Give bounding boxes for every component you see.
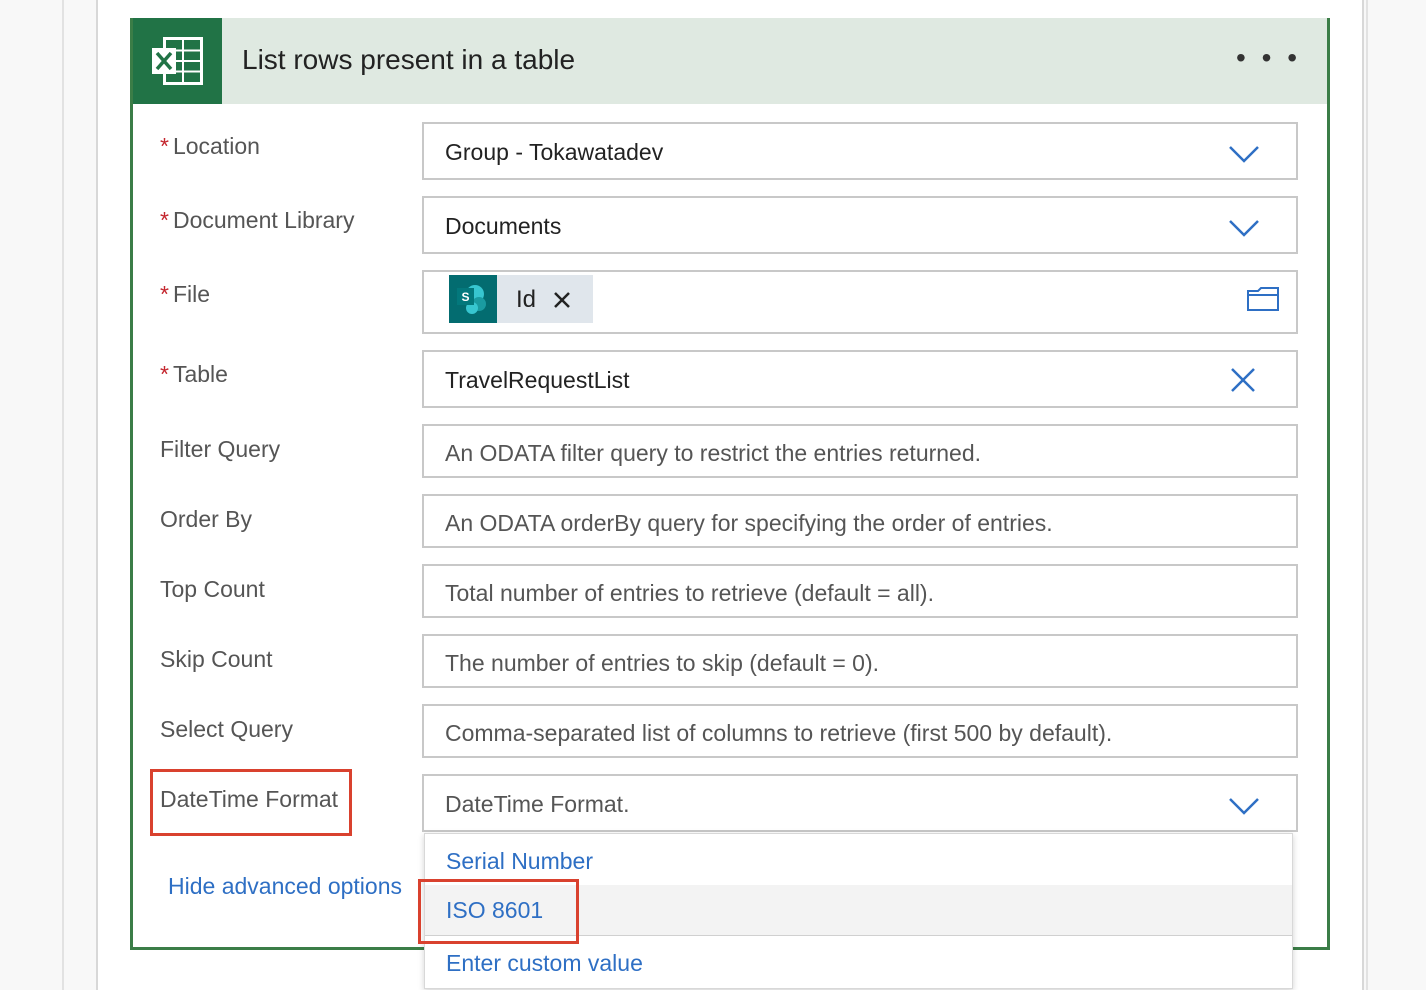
close-icon[interactable] [1230,367,1256,393]
annotation-highlight-iso-option [418,879,579,944]
canvas-border-right [1366,0,1368,990]
skip-count-input[interactable]: The number of entries to skip (default =… [422,634,1298,688]
top-count-label: Top Count [160,576,265,602]
scope-border-right [1362,0,1364,990]
location-label: * Location [160,133,260,159]
document-library-value: Documents [445,213,562,239]
option-enter-custom-value[interactable]: Enter custom value [425,938,1292,988]
chevron-down-icon[interactable] [1228,797,1260,815]
order-by-input[interactable]: An ODATA orderBy query for specifying th… [422,494,1298,548]
file-label: * File [160,281,211,307]
table-field[interactable]: TravelRequestList [422,350,1298,408]
order-by-placeholder: An ODATA orderBy query for specifying th… [445,510,1053,536]
location-value: Group - Tokawatadev [445,139,664,165]
select-query-placeholder: Comma-separated list of columns to retri… [445,720,1113,746]
dynamic-content-token[interactable]: S Id [449,275,593,323]
top-count-placeholder: Total number of entries to retrieve (def… [445,580,934,606]
table-value: TravelRequestList [445,367,630,393]
skip-count-placeholder: The number of entries to skip (default =… [445,650,880,676]
excel-icon [133,18,222,104]
filter-query-placeholder: An ODATA filter query to restrict the en… [445,440,982,466]
hide-advanced-options-link[interactable]: Hide advanced options [168,873,402,900]
more-options-icon[interactable]: • • • [1236,44,1301,72]
folder-icon[interactable] [1246,286,1280,312]
required-marker: * [160,361,169,387]
token-label: Id [516,286,537,313]
chevron-down-icon[interactable] [1228,145,1260,163]
card-title: List rows present in a table [242,44,576,75]
sharepoint-icon-letter: S [461,290,469,304]
file-field[interactable]: S Id [422,270,1298,334]
filter-query-input[interactable]: An ODATA filter query to restrict the en… [422,424,1298,478]
document-library-label: * Document Library [160,207,355,233]
location-dropdown[interactable]: Group - Tokawatadev [422,122,1298,180]
order-by-label: Order By [160,506,253,532]
chevron-down-icon[interactable] [1228,219,1260,237]
annotation-highlight-datetime-label [150,769,352,836]
card-header[interactable]: List rows present in a table • • • [133,18,1327,104]
required-marker: * [160,133,169,159]
canvas-border-left [62,0,64,990]
select-query-input[interactable]: Comma-separated list of columns to retri… [422,704,1298,758]
top-count-input[interactable]: Total number of entries to retrieve (def… [422,564,1298,618]
skip-count-label: Skip Count [160,646,273,672]
scope-border-left [96,0,98,990]
required-marker: * [160,207,169,233]
select-query-label: Select Query [160,716,293,742]
remove-token-icon[interactable] [553,291,571,309]
table-label: * Table [160,361,228,387]
datetime-format-placeholder: DateTime Format. [445,791,630,817]
sharepoint-icon: S [449,275,497,323]
datetime-format-dropdown[interactable]: DateTime Format. [422,774,1298,832]
required-marker: * [160,281,169,307]
document-library-dropdown[interactable]: Documents [422,196,1298,254]
filter-query-label: Filter Query [160,436,281,462]
